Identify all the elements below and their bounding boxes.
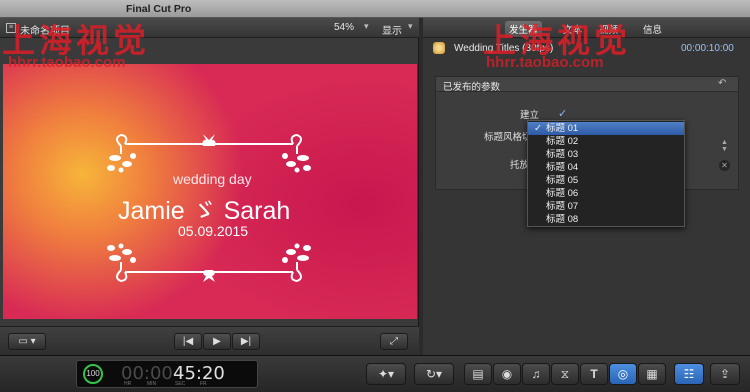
clip-browser-icon[interactable]: ▤: [464, 363, 492, 385]
build-checkbox[interactable]: ✓: [558, 107, 567, 120]
viewer-controls: ▭ ▾ |◀ ▶ ▶| ⤢: [0, 326, 419, 355]
timecode-unit: MIN: [147, 381, 157, 387]
option-label: 标题 05: [546, 175, 579, 186]
dropdown-option[interactable]: 标题 02: [528, 135, 684, 148]
background-task-dial[interactable]: 100: [83, 364, 103, 384]
clip-duration: 00:00:10:00: [681, 43, 734, 54]
option-label: 标题 02: [546, 136, 579, 147]
option-label: 标题 07: [546, 201, 579, 212]
watermark-url-left: hhrr.taobao.com: [8, 54, 126, 71]
skip-forward-button[interactable]: ▶|: [232, 333, 260, 350]
clear-icon[interactable]: ✕: [719, 160, 730, 171]
display-menu-button[interactable]: 显示: [382, 22, 402, 37]
watermark-url-right: hhrr.taobao.com: [486, 54, 604, 71]
themes-icon[interactable]: ▦: [638, 363, 666, 385]
params-title: 已发布的参数: [443, 82, 501, 93]
option-label: 标题 03: [546, 149, 579, 160]
title-style-label: 标题风格切: [484, 132, 532, 143]
option-label: 标题 01: [546, 123, 579, 134]
dropdown-option[interactable]: ✓ 标题 01: [528, 122, 684, 135]
inspector-toggle-icon[interactable]: ☷: [674, 363, 704, 385]
build-label: 建立: [520, 110, 540, 121]
style-popup-arrow-icon[interactable]: ▲ ▼: [721, 139, 728, 153]
title-style-dropdown: ✓ 标题 01 标题 02 标题 03 标题 04 标题 05 标题 06 标题 …: [527, 120, 685, 227]
music-icon[interactable]: ♫: [522, 363, 550, 385]
title-line-wedding-day: wedding day: [173, 171, 252, 187]
dropdown-option[interactable]: 标题 07: [528, 200, 684, 213]
dropdown-option[interactable]: 标题 04: [528, 161, 684, 174]
video-canvas[interactable]: wedding day Jamie ゞ Sarah 05.09.2015: [3, 64, 417, 319]
bottom-ornament-icon: [107, 243, 311, 283]
generator-clip-icon: [433, 42, 445, 54]
option-label: 标题 04: [546, 162, 579, 173]
transitions-icon[interactable]: ⧖: [551, 363, 579, 385]
tab-info[interactable]: 信息: [639, 21, 666, 37]
zoom-dropdown-icon[interactable]: ▾: [364, 21, 369, 32]
fullscreen-button[interactable]: ⤢: [380, 333, 408, 350]
checkmark-icon: ✓: [534, 123, 542, 134]
dropdown-option[interactable]: 标题 05: [528, 174, 684, 187]
share-icon[interactable]: ⇪: [710, 363, 740, 385]
top-ornament-icon: [107, 133, 311, 173]
timecode-unit: SEC: [175, 381, 186, 387]
title-date: 05.09.2015: [178, 223, 249, 239]
timecode-unit: HR: [124, 381, 132, 387]
dropdown-option[interactable]: 标题 08: [528, 213, 684, 226]
display-dropdown-icon[interactable]: ▾: [408, 21, 413, 32]
play-button[interactable]: ▶: [203, 333, 231, 350]
dropdown-option[interactable]: 标题 03: [528, 148, 684, 161]
dashboard-timecode[interactable]: 100 00:00 45:20 HR MIN SEC FR: [76, 360, 258, 388]
view-options-button[interactable]: ▭ ▾: [8, 333, 46, 350]
bottom-toolbar: 100 00:00 45:20 HR MIN SEC FR ✦▾ ↻▾ ▤ ◉ …: [0, 355, 750, 392]
text-icon[interactable]: T: [580, 363, 608, 385]
retime-icon[interactable]: ↻▾: [414, 363, 454, 385]
option-label: 标题 06: [546, 188, 579, 199]
photo-icon[interactable]: ◉: [493, 363, 521, 385]
reset-icon[interactable]: ↶: [718, 78, 726, 89]
skip-back-button[interactable]: |◀: [174, 333, 202, 350]
zoom-level[interactable]: 54%: [334, 22, 354, 33]
params-header: 已发布的参数 ↶: [436, 77, 738, 93]
dropdown-option[interactable]: 标题 06: [528, 187, 684, 200]
magic-wand-icon[interactable]: ✦▾: [366, 363, 406, 385]
option-label: 标题 08: [546, 214, 579, 225]
title-names: Jamie ゞ Sarah: [118, 197, 291, 225]
timecode-unit: FR: [200, 381, 207, 387]
generators-icon[interactable]: ◎: [609, 363, 637, 385]
